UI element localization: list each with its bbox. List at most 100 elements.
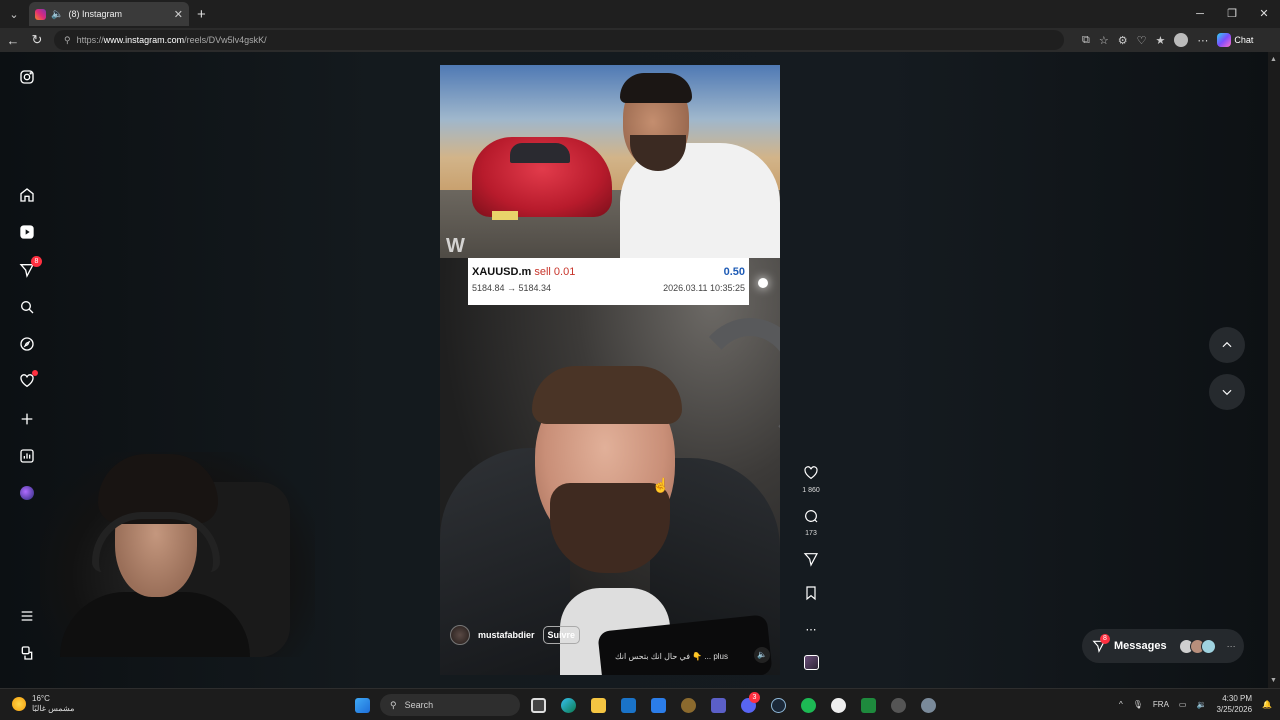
display-icon[interactable]: ▭ bbox=[1179, 700, 1187, 709]
comment-icon bbox=[805, 510, 818, 523]
tray-overflow-icon[interactable]: ^ bbox=[1119, 700, 1123, 709]
refresh-button[interactable]: ↻ bbox=[26, 32, 48, 48]
restore-icon[interactable]: ❐ bbox=[1216, 0, 1248, 28]
speaker-icon[interactable]: 🔈 bbox=[51, 9, 63, 20]
outlook-icon[interactable] bbox=[616, 693, 640, 717]
video-watermark-logo: W bbox=[446, 235, 465, 257]
url-bar[interactable]: ⚲ https://www.instagram.com/reels/DVw5lv… bbox=[54, 30, 1064, 50]
create-plus-icon[interactable] bbox=[18, 410, 36, 428]
volume-icon[interactable]: 🔉 bbox=[1196, 700, 1206, 709]
also-from-meta-icon[interactable] bbox=[18, 644, 36, 662]
tab-title: (8) Instagram bbox=[68, 9, 122, 19]
profile-avatar-icon[interactable] bbox=[18, 484, 36, 502]
explore-compass-icon[interactable] bbox=[18, 335, 36, 353]
weather-desc: مشمس غالبًا bbox=[32, 704, 75, 713]
app-available-icon[interactable]: ⧉ bbox=[1082, 34, 1090, 47]
comment-count: 173 bbox=[805, 530, 817, 537]
extensions-icon[interactable]: ⚙ bbox=[1118, 34, 1128, 47]
reel-author: mustafabdier Suivre bbox=[450, 625, 581, 645]
follow-button[interactable]: Suivre bbox=[542, 626, 581, 644]
previous-reel-button[interactable] bbox=[1209, 327, 1245, 363]
more-menu-icon[interactable] bbox=[18, 607, 36, 625]
chat-label: Chat bbox=[1234, 35, 1254, 45]
comment-button[interactable]: 173 bbox=[796, 508, 826, 537]
microphone-icon[interactable]: 🎙 bbox=[1133, 700, 1143, 709]
heart-icon bbox=[804, 466, 818, 480]
close-tab-icon[interactable]: ✕ bbox=[174, 8, 183, 21]
browser-tab-instagram[interactable]: 🔈 (8) Instagram ✕ bbox=[29, 2, 189, 26]
new-tab-button[interactable]: + bbox=[197, 6, 206, 23]
more-dots-icon: ⋯ bbox=[1226, 640, 1236, 651]
like-button[interactable]: 1 860 bbox=[796, 465, 826, 494]
scroll-down-arrow-icon[interactable]: ▼ bbox=[1270, 677, 1277, 684]
toolbar-right: ⧉ ☆ ⚙ ♡ ★ ⋯ Chat bbox=[1082, 33, 1253, 47]
avatar bbox=[1200, 638, 1216, 654]
trade-timestamp: 2026.03.11 10:35:25 bbox=[663, 283, 745, 293]
chevron-down-icon bbox=[1222, 389, 1232, 396]
taskbar-clock[interactable]: 4:30 PM 3/25/2026 bbox=[1216, 693, 1252, 715]
start-button[interactable] bbox=[350, 693, 374, 717]
trade-profit: 0.50 bbox=[723, 266, 745, 278]
author-avatar[interactable] bbox=[450, 625, 470, 645]
favorites-icon[interactable]: ★ bbox=[1155, 34, 1165, 47]
back-button[interactable]: ← bbox=[2, 33, 24, 48]
github-icon[interactable] bbox=[826, 693, 850, 717]
next-reel-button[interactable] bbox=[1209, 374, 1245, 410]
share-button[interactable] bbox=[796, 551, 826, 572]
address-toolbar: ← ↻ ⚲ https://www.instagram.com/reels/DV… bbox=[0, 28, 1280, 52]
clock-time: 4:30 PM bbox=[1222, 694, 1253, 703]
tab-actions-menu[interactable]: ⌄ bbox=[3, 3, 25, 25]
close-window-icon[interactable]: ✕ bbox=[1248, 0, 1280, 28]
site-info-icon[interactable]: ⚲ bbox=[64, 35, 71, 46]
performance-icon[interactable]: ♡ bbox=[1137, 34, 1147, 47]
clock-date: 3/25/2026 bbox=[1216, 705, 1253, 714]
scroll-up-arrow-icon[interactable]: ▲ bbox=[1270, 56, 1277, 63]
terminal-icon[interactable] bbox=[856, 693, 880, 717]
audio-thumbnail[interactable] bbox=[804, 655, 819, 670]
like-count: 1 860 bbox=[802, 487, 820, 494]
messages-button[interactable]: 8 Messages ⋯ bbox=[1082, 629, 1244, 663]
more-options-button[interactable]: ⋯ bbox=[796, 620, 826, 638]
recording-app-icon[interactable] bbox=[886, 693, 910, 717]
copilot-chat-button[interactable]: Chat bbox=[1217, 33, 1253, 47]
notification-bell-icon[interactable]: 🔔 bbox=[1262, 700, 1272, 709]
reels-icon[interactable] bbox=[18, 223, 36, 241]
settings-gear-icon[interactable] bbox=[916, 693, 940, 717]
minimize-icon[interactable]: ─ bbox=[1184, 0, 1216, 28]
messages-badge: 8 bbox=[1100, 634, 1110, 644]
teams-icon[interactable] bbox=[706, 693, 730, 717]
store-icon[interactable] bbox=[646, 693, 670, 717]
page-scrollbar[interactable]: ▲ ▼ bbox=[1268, 52, 1280, 688]
edge-icon[interactable] bbox=[556, 693, 580, 717]
discord-icon[interactable]: 3 bbox=[736, 692, 760, 717]
chess-app-icon[interactable] bbox=[676, 693, 700, 717]
spotify-icon[interactable] bbox=[796, 693, 820, 717]
trade-overlay-card: XAUUSD.m sell 0.01 0.50 5184.84 → 5184.3… bbox=[468, 258, 749, 305]
author-username[interactable]: mustafabdier bbox=[478, 630, 535, 640]
copilot-icon bbox=[1217, 33, 1232, 47]
weather-widget[interactable]: 16°C مشمس غالبًا bbox=[12, 694, 74, 714]
notifications-heart-icon[interactable] bbox=[18, 370, 38, 390]
settings-more-icon[interactable]: ⋯ bbox=[1197, 34, 1208, 47]
home-icon[interactable] bbox=[18, 186, 36, 204]
file-explorer-icon[interactable] bbox=[586, 693, 610, 717]
dashboard-insights-icon[interactable] bbox=[18, 447, 36, 465]
windows-taskbar: 16°C مشمس غالبًا ⚲ Search 3 ^ 🎙 FRA ▭ 🔉 … bbox=[0, 688, 1280, 720]
search-icon[interactable] bbox=[18, 298, 36, 316]
save-button[interactable] bbox=[796, 585, 826, 606]
taskview-icon[interactable] bbox=[526, 693, 550, 717]
taskbar-search[interactable]: ⚲ Search bbox=[380, 694, 520, 716]
direct-messages-icon[interactable]: 8 bbox=[18, 256, 42, 279]
instagram-logo-icon[interactable] bbox=[18, 68, 36, 86]
steam-icon[interactable] bbox=[766, 693, 790, 717]
reel-video[interactable]: W XAUUSD.m sell 0.01 0.50 5184.84 → 5184… bbox=[440, 65, 780, 675]
favorite-star-icon[interactable]: ☆ bbox=[1099, 34, 1109, 47]
profile-avatar[interactable] bbox=[1174, 33, 1189, 47]
search-placeholder: Search bbox=[404, 700, 434, 710]
language-indicator[interactable]: FRA bbox=[1153, 700, 1169, 709]
reel-scene-desert: W bbox=[440, 65, 780, 258]
system-tray: ^ 🎙 FRA ▭ 🔉 4:30 PM 3/25/2026 🔔 bbox=[1119, 693, 1272, 715]
reel-caption[interactable]: في حال انك بتحس انك 👇 ... plus bbox=[615, 652, 728, 661]
reel-scene-car-interior bbox=[440, 258, 780, 675]
volume-icon[interactable]: 🔈 bbox=[754, 647, 770, 663]
